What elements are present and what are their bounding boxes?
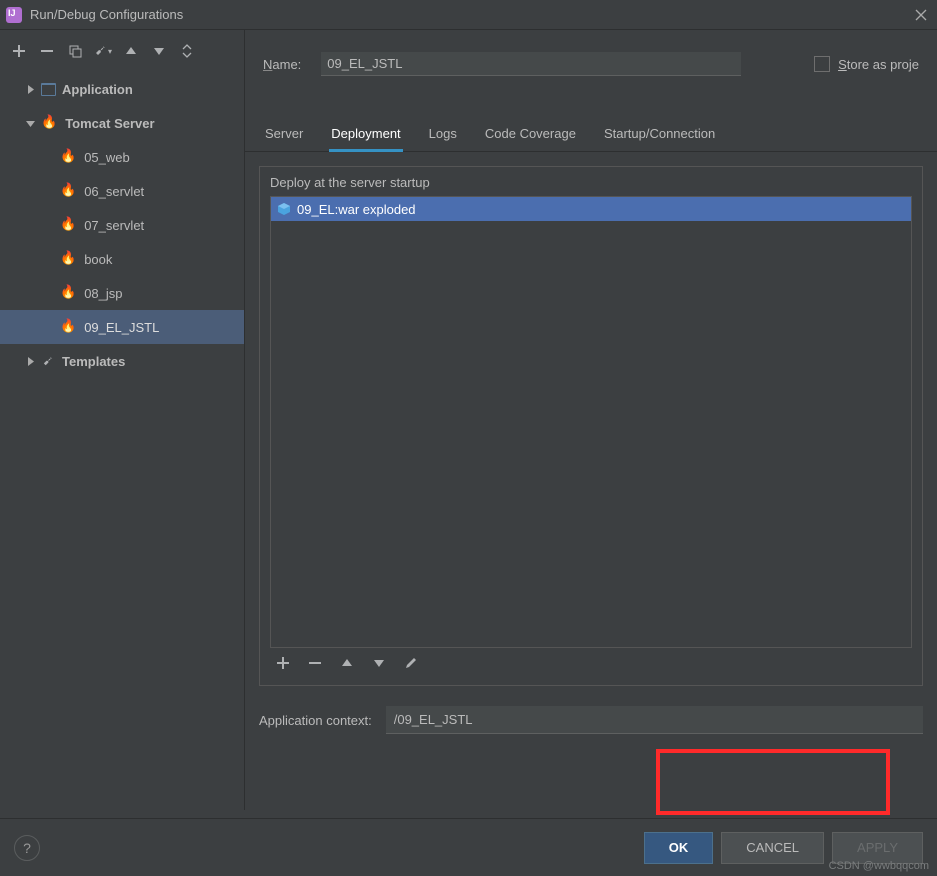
wrench-icon — [41, 355, 56, 368]
tab-deployment[interactable]: Deployment — [329, 120, 402, 151]
name-input[interactable] — [321, 52, 741, 76]
tree-label: 05_web — [84, 150, 130, 165]
edit-artifact-button[interactable] — [402, 656, 420, 675]
tree-node-templates[interactable]: Templates — [0, 344, 244, 378]
name-bar: Name: Store as proje — [245, 30, 937, 80]
tab-startup-connection[interactable]: Startup/Connection — [602, 120, 717, 151]
store-checkbox[interactable] — [814, 56, 830, 72]
dialog-footer: ? OK CANCEL APPLY — [0, 818, 937, 876]
tomcat-icon: 🔥 — [60, 148, 76, 164]
tab-bar: Server Deployment Logs Code Coverage Sta… — [245, 110, 937, 152]
tree-label: Application — [62, 82, 133, 97]
watermark-text: CSDN @wwbqqcom — [829, 860, 929, 872]
deployment-toolbar — [270, 648, 912, 685]
wrench-button[interactable]: ▾ — [92, 40, 114, 62]
tree-node-tomcat[interactable]: 🔥 Tomcat Server — [0, 106, 244, 140]
tree-label: book — [84, 252, 112, 267]
chevron-right-icon — [26, 82, 35, 97]
tree-node-07-servlet[interactable]: 🔥 07_servlet — [0, 208, 244, 242]
deployment-item[interactable]: 09_EL:war exploded — [271, 197, 911, 221]
window-title: Run/Debug Configurations — [30, 7, 911, 22]
tomcat-icon: 🔥 — [60, 182, 76, 198]
help-button[interactable]: ? — [14, 835, 40, 861]
tree-node-application[interactable]: Application — [0, 72, 244, 106]
cancel-button[interactable]: CANCEL — [721, 832, 824, 864]
tomcat-icon: 🔥 — [60, 216, 76, 232]
sidebar: ▾ Application 🔥 Tomcat Server 🔥 05_web — [0, 30, 245, 810]
deployment-title: Deploy at the server startup — [270, 175, 912, 190]
deployment-list[interactable]: 09_EL:war exploded — [270, 196, 912, 648]
tab-logs[interactable]: Logs — [427, 120, 459, 151]
tree-label: 06_servlet — [84, 184, 144, 199]
sidebar-toolbar: ▾ — [0, 36, 244, 66]
remove-config-button[interactable] — [36, 40, 58, 62]
ok-button[interactable]: OK — [644, 832, 714, 864]
deployment-section: Deploy at the server startup 09_EL:war e… — [259, 166, 923, 686]
tree-label: Templates — [62, 354, 125, 369]
move-down-button[interactable] — [148, 40, 170, 62]
tree-node-05-web[interactable]: 🔥 05_web — [0, 140, 244, 174]
chevron-down-icon — [26, 116, 35, 131]
close-icon — [915, 9, 927, 21]
main-area: ▾ Application 🔥 Tomcat Server 🔥 05_web — [0, 30, 937, 810]
tomcat-icon: 🔥 — [41, 114, 57, 130]
apply-button[interactable]: APPLY — [832, 832, 923, 864]
tree-node-book[interactable]: 🔥 book — [0, 242, 244, 276]
add-artifact-button[interactable] — [274, 656, 292, 675]
remove-artifact-button[interactable] — [306, 656, 324, 675]
deployment-item-label: 09_EL:war exploded — [297, 202, 416, 217]
app-context-label: Application context: — [259, 713, 372, 728]
app-context-input[interactable] — [386, 706, 923, 734]
application-icon — [41, 83, 56, 96]
highlight-box — [656, 749, 890, 815]
artifact-down-button[interactable] — [370, 656, 388, 675]
tree-label: 09_EL_JSTL — [84, 320, 159, 335]
tree-label: Tomcat Server — [65, 116, 154, 131]
expand-all-button[interactable] — [176, 40, 198, 62]
application-context-row: Application context: — [259, 696, 923, 754]
right-panel: Name: Store as proje Server Deployment L… — [245, 30, 937, 810]
intellij-logo-icon — [6, 7, 22, 23]
titlebar: Run/Debug Configurations — [0, 0, 937, 30]
config-tree: Application 🔥 Tomcat Server 🔥 05_web 🔥 0… — [0, 72, 244, 378]
artifact-icon — [277, 202, 291, 216]
add-config-button[interactable] — [8, 40, 30, 62]
tree-node-09-el-jstl[interactable]: 🔥 09_EL_JSTL — [0, 310, 244, 344]
name-label: Name: — [263, 57, 301, 72]
tab-server[interactable]: Server — [263, 120, 305, 151]
store-as-project[interactable]: Store as proje — [814, 56, 919, 72]
tree-label: 08_jsp — [84, 286, 122, 301]
tomcat-icon: 🔥 — [60, 284, 76, 300]
chevron-right-icon — [26, 354, 35, 369]
tree-node-06-servlet[interactable]: 🔥 06_servlet — [0, 174, 244, 208]
store-label: Store as proje — [838, 57, 919, 72]
tomcat-icon: 🔥 — [60, 250, 76, 266]
copy-config-button[interactable] — [64, 40, 86, 62]
tree-node-08-jsp[interactable]: 🔥 08_jsp — [0, 276, 244, 310]
close-button[interactable] — [911, 5, 931, 25]
tomcat-icon: 🔥 — [60, 318, 76, 334]
move-up-button[interactable] — [120, 40, 142, 62]
tab-code-coverage[interactable]: Code Coverage — [483, 120, 578, 151]
tree-label: 07_servlet — [84, 218, 144, 233]
artifact-up-button[interactable] — [338, 656, 356, 675]
